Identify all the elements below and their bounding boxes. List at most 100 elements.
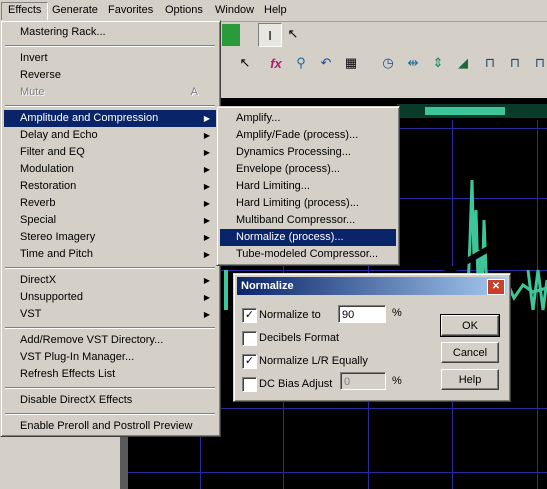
submenu-item-hard-limiting-process[interactable]: Hard Limiting (process)... [220, 195, 359, 212]
toolbar: I ↖ ↖ fx ⚲ ↶ ▦ ◷ ⇹ ⇕ ◢ ⊓ ⊓ ⊓ [220, 22, 547, 99]
submenu-arrow-icon: ▶ [203, 276, 210, 285]
submenu-arrow-icon: ▶ [203, 293, 210, 302]
decibels-checkbox[interactable] [242, 331, 257, 346]
menu-item-amplitude[interactable]: Amplitude and Compression ▶ [4, 110, 216, 127]
menu-item-delay-echo[interactable]: Delay and Echo ▶ [4, 127, 216, 144]
menu-item-mastering-rack[interactable]: Mastering Rack... [4, 24, 106, 41]
menu-item-directx[interactable]: DirectX ▶ [4, 272, 216, 289]
menu-window[interactable]: Window [209, 2, 260, 19]
separator [5, 45, 215, 47]
pin-icon[interactable]: ⚲ [290, 52, 312, 74]
menu-effects[interactable]: Effects [1, 2, 49, 21]
overview-range [425, 107, 505, 115]
menu-item-reverb[interactable]: Reverb ▶ [4, 195, 216, 212]
menu-item-reverse[interactable]: Reverse [4, 67, 61, 84]
menu-item-label: Restoration [20, 180, 77, 192]
submenu-item-hard-limiting[interactable]: Hard Limiting... [220, 178, 310, 195]
dialog-titlebar[interactable]: Normalize ✕ [237, 277, 507, 295]
ok-button[interactable]: OK [440, 314, 500, 337]
menu-item-label: Stereo Imagery [20, 231, 96, 243]
menu-item-modulation[interactable]: Modulation ▶ [4, 161, 216, 178]
split-icon[interactable]: ⇹ [402, 52, 424, 74]
filter-icon[interactable]: ⊓ [479, 52, 501, 74]
menu-item-label: Modulation [20, 163, 74, 175]
submenu-item-multiband[interactable]: Multiband Compressor... [220, 212, 355, 229]
menu-item-time-pitch[interactable]: Time and Pitch ▶ [4, 246, 216, 263]
menu-help[interactable]: Help [258, 2, 293, 19]
submenu-arrow-icon: ▶ [203, 233, 210, 242]
menu-item-filter-eq[interactable]: Filter and EQ ▶ [4, 144, 216, 161]
normalize-dialog: Normalize ✕ ✓ Normalize to 90 % Decibels… [233, 273, 511, 402]
amplitude-submenu: Amplify... Amplify/Fade (process)... Dyn… [216, 106, 400, 266]
separator [5, 387, 215, 389]
percent-label: % [392, 307, 402, 319]
menu-item-label: Special [20, 214, 57, 226]
menu-item-label: Reverb [20, 197, 56, 209]
decibels-label: Decibels Format [259, 332, 340, 344]
submenu-arrow-icon: ▶ [203, 131, 210, 140]
close-button[interactable]: ✕ [487, 279, 505, 295]
submenu-item-amplify-fade[interactable]: Amplify/Fade (process)... [220, 127, 358, 144]
submenu-item-envelope[interactable]: Envelope (process)... [220, 161, 340, 178]
clock-icon[interactable]: ◷ [377, 52, 399, 74]
help-button[interactable]: Help [441, 369, 499, 390]
dc-bias-checkbox[interactable] [242, 377, 257, 392]
menu-item-restoration[interactable]: Restoration ▶ [4, 178, 216, 195]
normalize-to-checkbox[interactable]: ✓ [242, 308, 257, 323]
submenu-arrow-icon: ▶ [203, 165, 210, 174]
fx-icon[interactable]: fx [265, 52, 287, 74]
menu-item-add-remove-vst[interactable]: Add/Remove VST Directory... [4, 332, 163, 349]
cancel-button[interactable]: Cancel [441, 342, 499, 363]
menu-item-invert[interactable]: Invert [4, 50, 48, 67]
normalize-lr-checkbox[interactable]: ✓ [242, 354, 257, 369]
menu-item-mute-accel: A [190, 86, 198, 98]
waveform-overview[interactable] [397, 104, 547, 118]
close-icon: ✕ [491, 281, 501, 292]
menu-item-label: Time and Pitch [20, 248, 93, 260]
menu-item-mute-label: Mute [20, 86, 45, 98]
menu-item-label: Filter and EQ [20, 146, 85, 158]
green-indicator [222, 24, 240, 46]
menu-item-special[interactable]: Special ▶ [4, 212, 216, 229]
submenu-item-tube-compressor[interactable]: Tube-modeled Compressor... [220, 246, 378, 263]
menu-item-stereo-imagery[interactable]: Stereo Imagery ▶ [4, 229, 216, 246]
menu-item-enable-preroll[interactable]: Enable Preroll and Postroll Preview [4, 418, 192, 435]
menu-generate[interactable]: Generate [46, 2, 104, 19]
undo-icon[interactable]: ↶ [315, 52, 337, 74]
menu-item-disable-directx[interactable]: Disable DirectX Effects [4, 392, 132, 409]
dc-bias-input: 0 [340, 372, 386, 390]
normalize-lr-label: Normalize L/R Equally [259, 355, 368, 367]
menu-favorites[interactable]: Favorites [102, 2, 159, 19]
submenu-arrow-icon: ▶ [203, 310, 210, 319]
submenu-item-dynamics[interactable]: Dynamics Processing... [220, 144, 351, 161]
cursor-tool-icon[interactable]: ↖ [282, 23, 304, 45]
menubar: Effects Generate Favorites Options Windo… [0, 0, 547, 22]
grid-icon[interactable]: ▦ [340, 52, 362, 74]
filter3-icon[interactable]: ⊓ [529, 52, 547, 74]
effects-menu: Mastering Rack... Invert Reverse Mute A … [0, 20, 221, 437]
arrows-icon[interactable]: ⇕ [427, 52, 449, 74]
submenu-arrow-icon: ▶ [203, 114, 210, 123]
ramp-icon[interactable]: ◢ [452, 52, 474, 74]
separator [5, 105, 215, 107]
filter2-icon[interactable]: ⊓ [504, 52, 526, 74]
normalize-to-label: Normalize to [259, 309, 321, 321]
menu-item-label: VST [20, 308, 42, 320]
menu-item-label: Unsupported [20, 291, 83, 303]
menu-item-mute: Mute A [4, 84, 216, 101]
menu-item-vst[interactable]: VST ▶ [4, 306, 216, 323]
cursor-icon[interactable]: ↖ [234, 52, 256, 74]
menu-item-label: DirectX [20, 274, 57, 286]
menu-item-refresh-effects[interactable]: Refresh Effects List [4, 366, 115, 383]
percent-label: % [392, 375, 402, 387]
menu-item-vst-manager[interactable]: VST Plug-In Manager... [4, 349, 134, 366]
submenu-arrow-icon: ▶ [203, 199, 210, 208]
menu-item-amplitude-label: Amplitude and Compression [20, 112, 159, 124]
submenu-arrow-icon: ▶ [203, 250, 210, 259]
ibeam-tool-icon[interactable]: I [258, 23, 282, 47]
submenu-item-normalize[interactable]: Normalize (process)... [220, 229, 396, 246]
normalize-to-input[interactable]: 90 [338, 305, 386, 323]
menu-options[interactable]: Options [159, 2, 209, 19]
menu-item-unsupported[interactable]: Unsupported ▶ [4, 289, 216, 306]
submenu-item-amplify[interactable]: Amplify... [220, 110, 280, 127]
